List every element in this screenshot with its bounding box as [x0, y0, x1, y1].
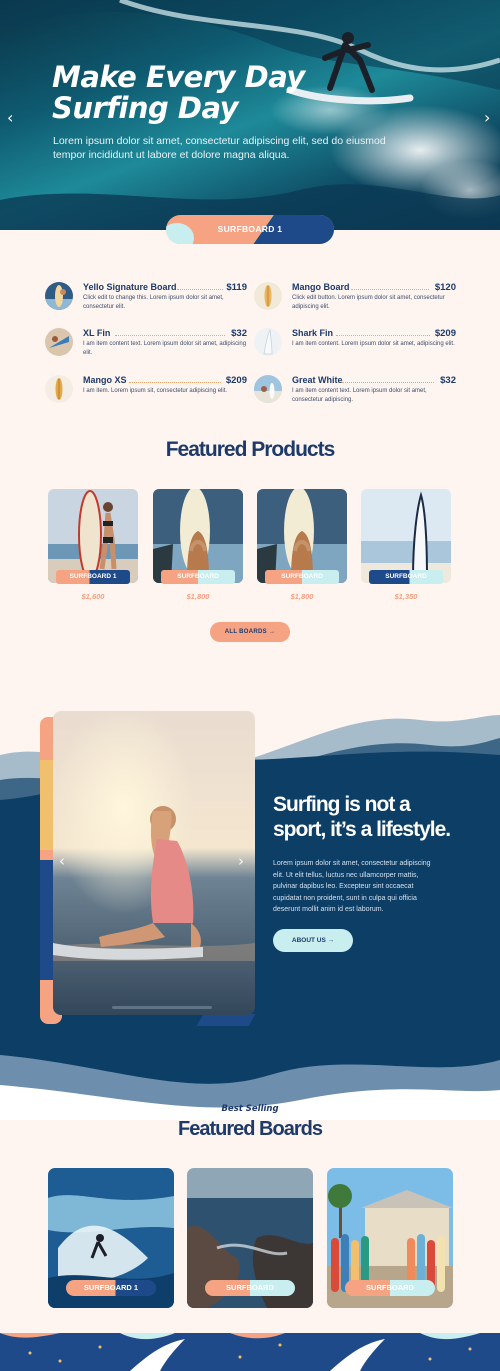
product-tag: SURFBOARD — [385, 573, 427, 580]
all-boards-button[interactable]: ALL BOARDS → — [210, 622, 290, 642]
product-card[interactable]: SURFBOARD $1,800 — [153, 489, 243, 601]
board-tag: SURFBOARD — [366, 1283, 414, 1292]
board-card[interactable]: SURFBOARD — [187, 1168, 313, 1308]
slider-indicator[interactable] — [112, 1006, 212, 1009]
menu-item[interactable]: Shark Fin $209 I am item content. Lorem … — [254, 328, 456, 364]
board-tag: SURFBOARD — [226, 1283, 274, 1292]
item-description: Click edit to change this. Lorem ipsum d… — [83, 295, 224, 310]
footer-decoration — [0, 1333, 500, 1371]
item-price: $32 — [440, 375, 456, 386]
product-price: $1,600 — [81, 592, 105, 601]
product-tag: SURFBOARD — [281, 573, 323, 580]
menu-item[interactable]: Great White $32 I am item content text. … — [254, 375, 456, 411]
board-card[interactable]: SURFBOARD 1 — [48, 1168, 174, 1308]
product-image — [48, 489, 138, 583]
item-name: Great White — [292, 375, 343, 385]
hero-title: Make Every Day Surfing Day — [52, 62, 312, 124]
category-pill-label: SURFBOARD 1 — [217, 224, 283, 234]
board-tag: SURFBOARD 1 — [83, 1283, 139, 1292]
best-selling-subtitle: Best Selling — [221, 1104, 279, 1114]
product-price: $1,800 — [290, 592, 314, 601]
product-image — [257, 489, 347, 583]
product-price: $1,350 — [394, 592, 418, 601]
product-image — [361, 489, 451, 583]
item-name: Yello Signature Board — [83, 282, 177, 292]
chevron-right-icon[interactable]: › — [238, 852, 244, 870]
item-description: Click edit button. Lorem ipsum dolor sit… — [292, 295, 445, 310]
item-price: $119 — [226, 282, 247, 293]
product-card[interactable]: SURFBOARD $1,350 — [361, 489, 451, 601]
item-name: XL Fin — [83, 328, 111, 338]
item-name: Shark Fin — [292, 328, 334, 338]
menu-item[interactable]: XL Fin $32 I am item content text. Lorem… — [45, 328, 247, 364]
item-price: $209 — [434, 328, 456, 339]
item-name: Mango Board — [292, 282, 350, 292]
menu-item[interactable]: Yello Signature Board $119 Click edit to… — [45, 282, 247, 318]
about-slider-image — [53, 711, 255, 1015]
chevron-left-icon[interactable]: ‹ — [59, 852, 65, 870]
product-card[interactable]: SURFBOARD $1,800 — [257, 489, 347, 601]
category-pill[interactable]: SURFBOARD 1 — [166, 215, 334, 244]
item-thumbnail — [45, 375, 73, 403]
about-us-button[interactable]: ABOUT US → — [273, 929, 353, 952]
item-name: Mango XS — [83, 375, 127, 385]
product-image — [153, 489, 243, 583]
item-price: $209 — [225, 375, 247, 386]
product-tag: SURFBOARD 1 — [69, 573, 117, 580]
item-description: I am item content text. Lorem ipsum dolo… — [83, 341, 247, 356]
item-thumbnail — [254, 375, 282, 403]
item-description: I am item content. Lorem ipsum dolor sit… — [292, 341, 455, 347]
item-description: I am item content text. Lorem ipsum dolo… — [292, 388, 427, 403]
item-thumbnail — [254, 282, 282, 310]
item-price: $120 — [434, 282, 456, 293]
product-card[interactable]: SURFBOARD 1 $1,600 — [48, 489, 138, 601]
hero-description: Lorem ipsum dolor sit amet, consectetur … — [53, 135, 386, 161]
about-heading: Surfing is not a sport, it’s a lifestyle… — [273, 793, 451, 841]
chevron-left-icon[interactable]: ‹ — [7, 108, 13, 127]
item-price: $32 — [231, 328, 247, 339]
hero-banner: Make Every Day Surfing Day Lorem ipsum d… — [0, 0, 500, 230]
menu-item[interactable]: Mango Board $120 Click edit button. Lore… — [254, 282, 456, 318]
about-description: Lorem ipsum dolor sit amet, consectetur … — [273, 860, 431, 913]
product-price: $1,800 — [186, 592, 210, 601]
product-tag: SURFBOARD — [177, 573, 219, 580]
chevron-right-icon[interactable]: › — [484, 108, 490, 127]
hero-title-line1: Make Every Day — [52, 60, 305, 94]
item-thumbnail — [254, 328, 282, 356]
board-card[interactable]: SURFBOARD — [327, 1168, 453, 1308]
item-thumbnail — [45, 328, 73, 356]
hero-title-line2: Surfing Day — [52, 91, 239, 125]
item-description: I am item. Lorem ipsum sit, consectetur … — [83, 388, 228, 394]
item-thumbnail — [45, 282, 73, 310]
featured-boards-title: Featured Boards — [178, 1118, 323, 1140]
menu-item[interactable]: Mango XS $209 I am item. Lorem ipsum sit… — [45, 375, 247, 411]
featured-products-title: Featured Products — [165, 438, 336, 461]
